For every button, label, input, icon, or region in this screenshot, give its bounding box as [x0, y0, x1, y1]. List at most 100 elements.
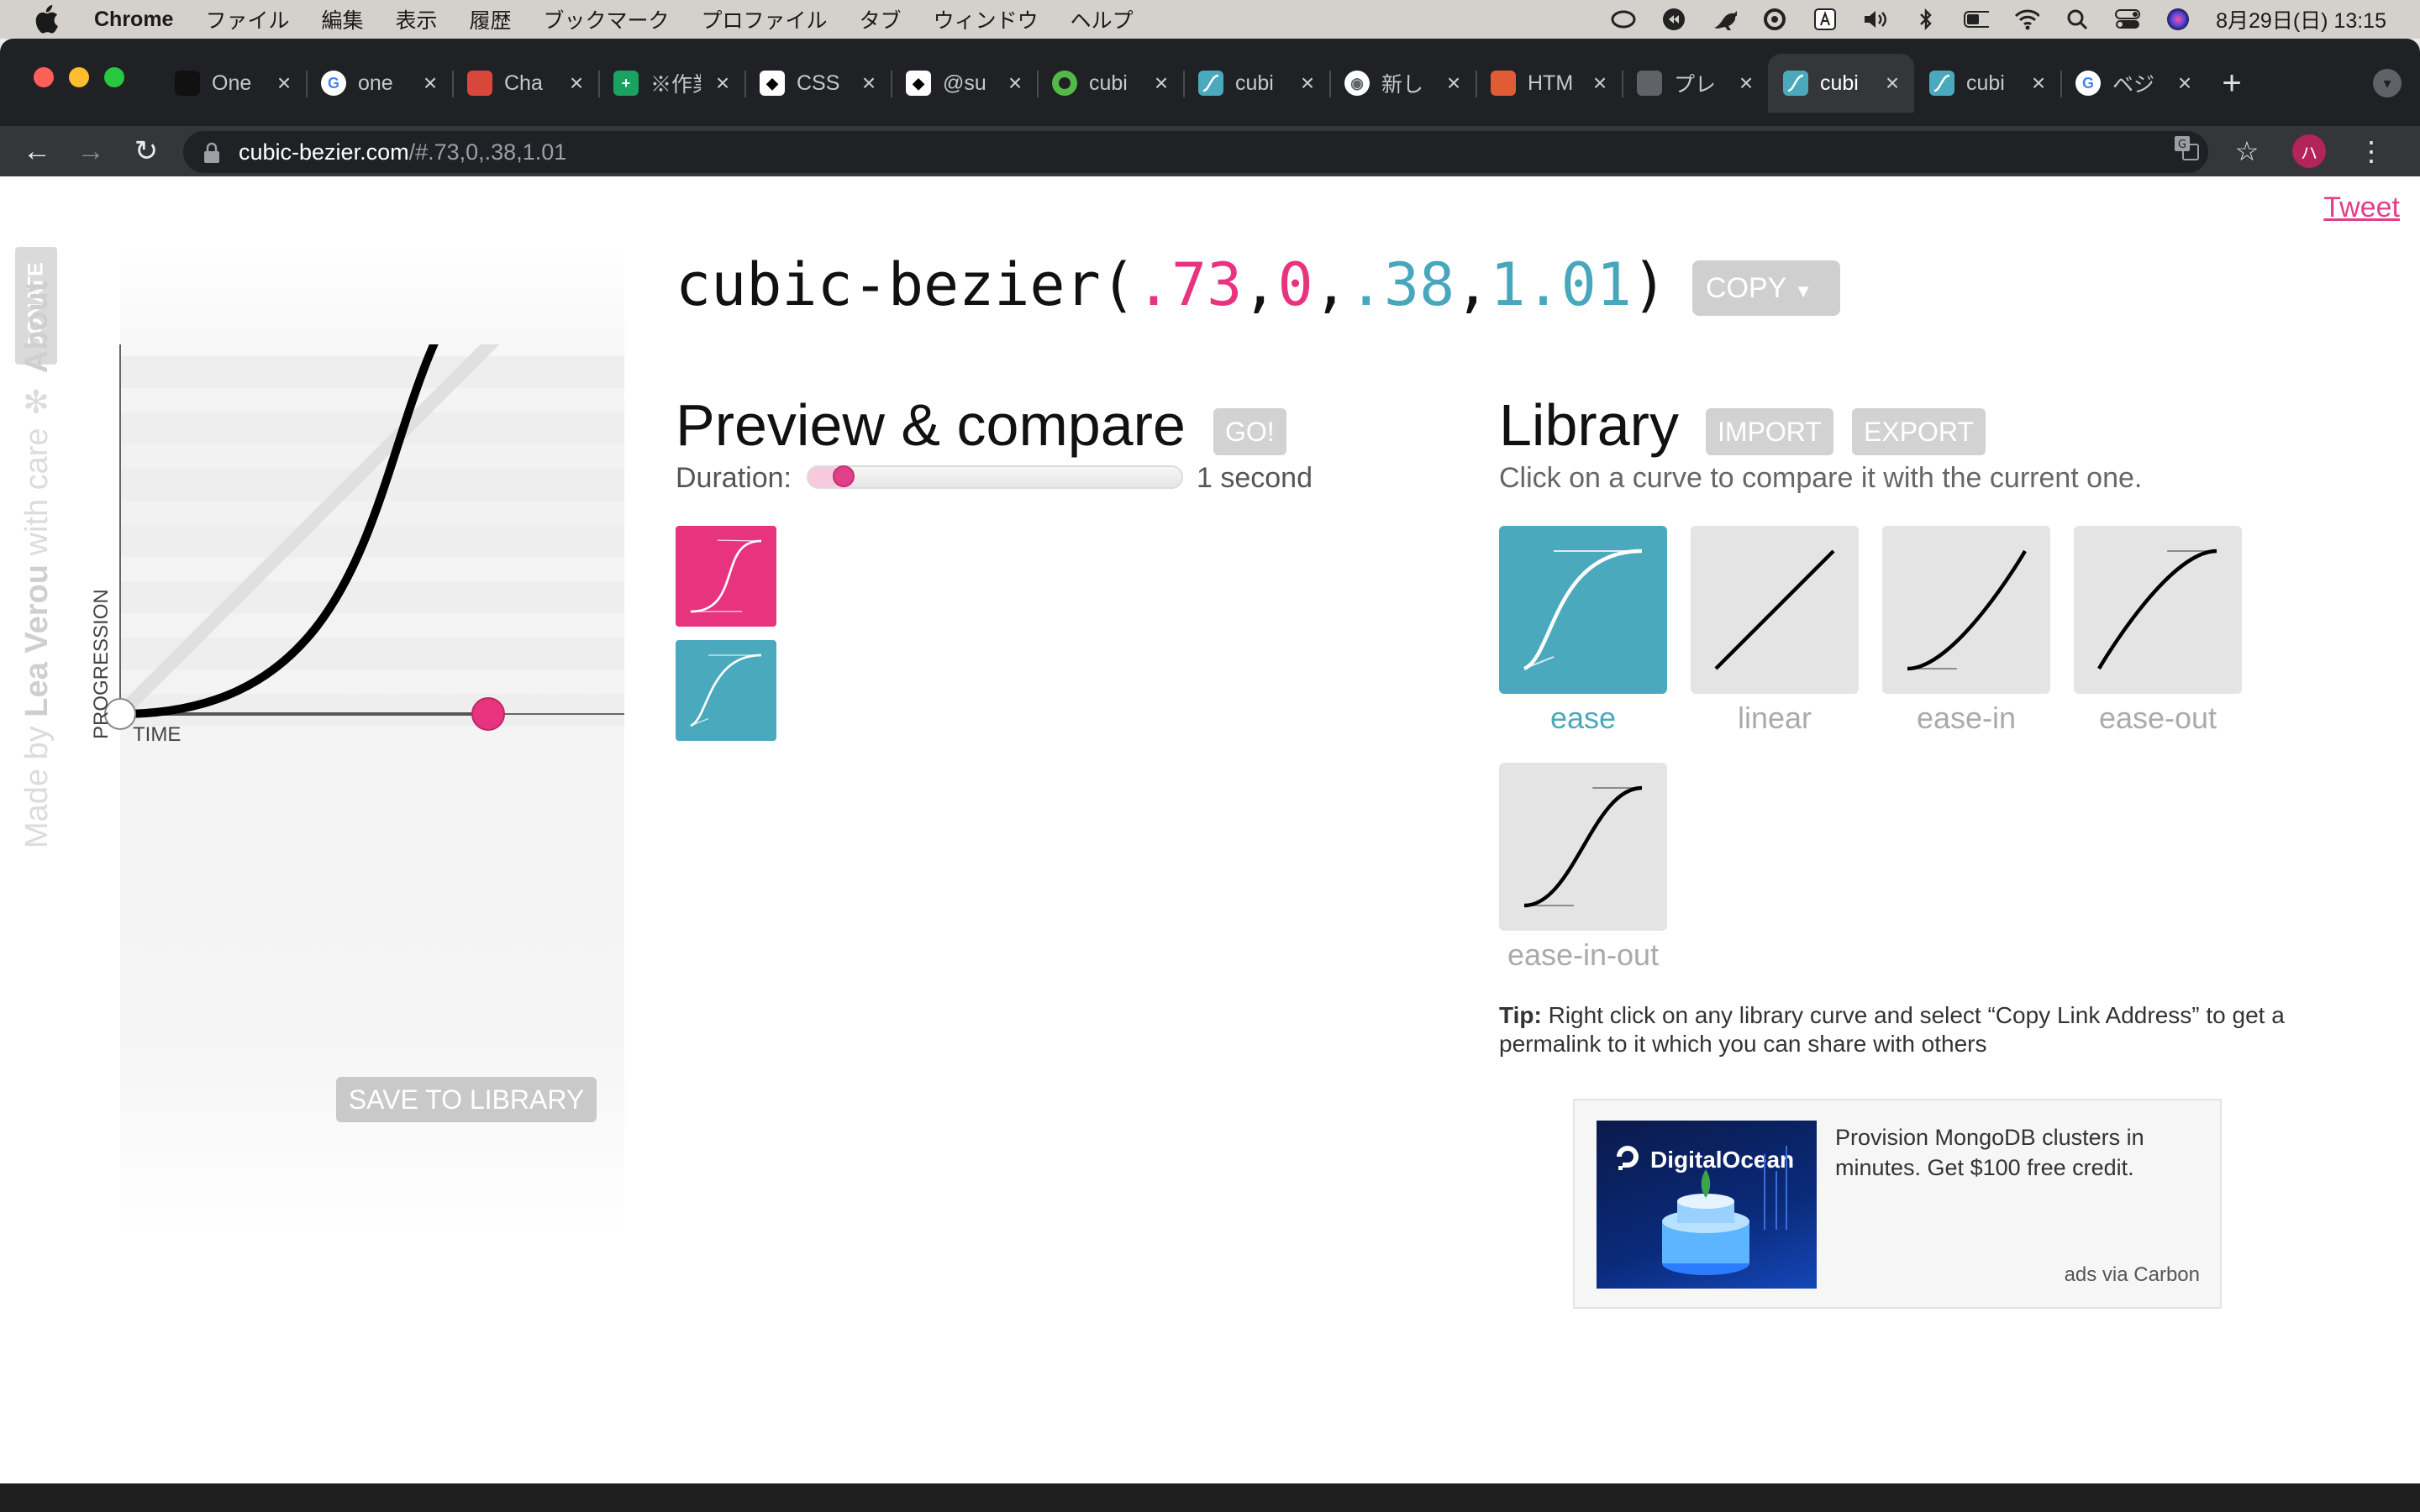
apple-icon[interactable]	[34, 5, 64, 34]
duration-slider[interactable]	[807, 465, 1183, 489]
library-item-ease[interactable]: ease	[1499, 526, 1667, 736]
browser-tab[interactable]: + ※作業 ×	[598, 54, 744, 113]
status-circle-icon[interactable]	[1762, 7, 1787, 32]
address-bar[interactable]: cubic-bezier.com/#.73,0,.38,1.01	[183, 131, 2208, 173]
tab-search-icon[interactable]: ▾	[2373, 69, 2402, 97]
tab-close-icon[interactable]: ×	[1736, 70, 1756, 97]
library-item-ease-in-out[interactable]: ease-in-out	[1499, 763, 1667, 973]
library-thumbnail[interactable]	[1499, 763, 1667, 931]
menu-bookmarks[interactable]: ブックマーク	[544, 4, 670, 34]
menu-window[interactable]: ウィンドウ	[934, 4, 1039, 34]
minimize-window-button[interactable]	[69, 67, 89, 87]
translate-icon[interactable]: G	[2171, 135, 2202, 167]
menu-edit[interactable]: 編集	[321, 4, 363, 34]
reload-icon[interactable]: ↻	[123, 126, 170, 176]
media-back-icon[interactable]	[1661, 7, 1686, 32]
menu-profiles[interactable]: プロファイル	[702, 4, 828, 34]
control-point-1-handle[interactable]	[471, 697, 505, 731]
browser-tab[interactable]: Gone ×	[306, 54, 452, 113]
library-item-linear[interactable]: linear	[1691, 526, 1859, 736]
browser-tab[interactable]: One ×	[160, 54, 306, 113]
library-thumbnail[interactable]	[2074, 526, 2242, 694]
library-thumbnail[interactable]	[1691, 526, 1859, 694]
tweet-link[interactable]: Tweet	[2323, 192, 2400, 224]
zoom-window-button[interactable]	[104, 67, 124, 87]
browser-tab[interactable]: G ベジ ×	[2060, 54, 2207, 113]
save-to-library-button[interactable]: SAVE TO LIBRARY	[336, 1077, 597, 1122]
tab-close-icon[interactable]: ×	[2175, 70, 2195, 97]
volume-icon[interactable]	[1863, 7, 1888, 32]
battery-icon[interactable]	[1964, 7, 1990, 32]
menu-history[interactable]: 履歴	[470, 4, 512, 34]
preview-current-box[interactable]	[676, 526, 776, 627]
spotlight-search-icon[interactable]	[2065, 7, 2090, 32]
page-content: DONATE Made by Lea Verou with care ✻ Abo…	[0, 176, 2420, 1483]
library-item-label: linear	[1737, 701, 1812, 735]
ad-image[interactable]: DigitalOcean	[1597, 1121, 1817, 1289]
library-item-ease-in[interactable]: ease-in	[1882, 526, 2050, 736]
tab-title: ※作業	[650, 73, 701, 97]
creative-cloud-icon[interactable]	[1611, 7, 1636, 32]
chrome-icon: ◉	[1344, 71, 1370, 96]
ad-via-carbon[interactable]: ads via Carbon	[2065, 1263, 2200, 1287]
kangaroo-icon[interactable]	[1712, 7, 1738, 32]
go-button[interactable]: GO!	[1213, 408, 1286, 455]
browser-tab[interactable]: Cha ×	[452, 54, 598, 113]
lock-icon[interactable]	[203, 140, 222, 164]
browser-tab[interactable]: ◆ @su ×	[891, 54, 1037, 113]
menu-tab[interactable]: タブ	[860, 4, 902, 34]
carbon-ad[interactable]: DigitalOcean Provision MongoDB clusters …	[1573, 1099, 2222, 1309]
siri-icon[interactable]	[2165, 7, 2191, 32]
browser-tab[interactable]: cubi ×	[1768, 54, 1914, 113]
bookmark-star-icon[interactable]: ☆	[2232, 135, 2262, 167]
tab-close-icon[interactable]: ×	[1590, 70, 1610, 97]
menu-clock[interactable]: 8月29日(日) 13:15	[2216, 4, 2386, 34]
browser-tab[interactable]: cubi ×	[1183, 54, 1329, 113]
tab-close-icon[interactable]: ×	[274, 70, 294, 97]
library-thumbnail[interactable]	[1499, 526, 1667, 694]
browser-tab[interactable]: プレ ×	[1622, 54, 1768, 113]
y-axis-label: PROGRESSION	[90, 589, 113, 739]
browser-tab[interactable]: ◉ 新し ×	[1329, 54, 1476, 113]
duration-slider-knob[interactable]	[833, 465, 855, 487]
tab-close-icon[interactable]: ×	[2028, 70, 2049, 97]
import-button[interactable]: IMPORT	[1706, 408, 1833, 455]
library-thumbnail[interactable]	[1882, 526, 2050, 694]
menu-help[interactable]: ヘルプ	[1071, 4, 1134, 34]
library-item-ease-out[interactable]: ease-out	[2074, 526, 2242, 736]
google-icon: G	[2075, 71, 2101, 96]
preview-compare-box[interactable]	[676, 640, 776, 741]
bezier-editor[interactable]: PROGRESSION TIME	[34, 344, 639, 1184]
input-method-icon[interactable]	[1812, 7, 1838, 32]
copy-button[interactable]: COPY ▼	[1692, 260, 1840, 316]
new-tab-button[interactable]: +	[2207, 54, 2257, 113]
browser-tab[interactable]: ◆ CSS ×	[744, 54, 891, 113]
close-window-button[interactable]	[34, 67, 54, 87]
menu-file[interactable]: ファイル	[205, 4, 289, 34]
forward-icon[interactable]: →	[67, 126, 114, 176]
profile-avatar[interactable]: ハ	[2292, 134, 2326, 168]
tab-close-icon[interactable]: ×	[713, 70, 733, 97]
wifi-icon[interactable]	[2014, 7, 2040, 32]
tab-close-icon[interactable]: ×	[1882, 70, 1902, 97]
menu-view[interactable]: 表示	[396, 4, 438, 34]
menu-app-name[interactable]: Chrome	[94, 8, 173, 32]
browser-tab[interactable]: cubi ×	[1914, 54, 2060, 113]
grid-stripe	[120, 356, 624, 388]
control-center-icon[interactable]	[2115, 7, 2141, 32]
tab-close-icon[interactable]: ×	[420, 70, 440, 97]
bluetooth-icon[interactable]	[1913, 7, 1939, 32]
back-icon[interactable]: ←	[13, 126, 60, 176]
tab-close-icon[interactable]: ×	[1297, 70, 1318, 97]
export-button[interactable]: EXPORT	[1852, 408, 1986, 455]
tab-close-icon[interactable]: ×	[566, 70, 587, 97]
browser-tab[interactable]: HTM ×	[1476, 54, 1622, 113]
tab-title: CSS	[797, 71, 840, 95]
tab-close-icon[interactable]: ×	[1444, 70, 1464, 97]
tab-close-icon[interactable]: ×	[1005, 70, 1025, 97]
tab-close-icon[interactable]: ×	[859, 70, 879, 97]
more-menu-icon[interactable]: ⋮	[2356, 135, 2386, 167]
tab-close-icon[interactable]: ×	[1151, 70, 1171, 97]
ad-text[interactable]: Provision MongoDB clusters in minutes. G…	[1835, 1122, 2188, 1183]
browser-tab[interactable]: cubi ×	[1037, 54, 1183, 113]
